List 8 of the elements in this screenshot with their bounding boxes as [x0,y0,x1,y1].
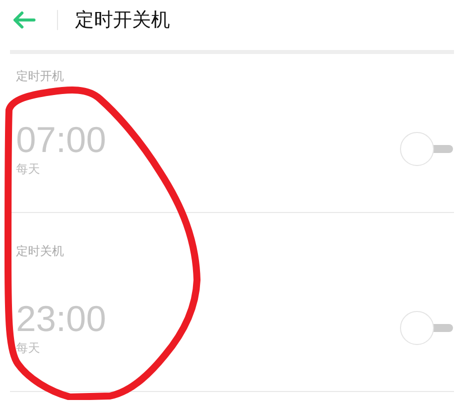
back-arrow-icon[interactable] [12,11,36,29]
repeat-label: 每天 [16,160,41,178]
toggle-switch[interactable] [400,132,454,166]
section-label: 定时关机 [16,243,65,260]
page-title: 定时开关机 [75,8,170,33]
repeat-label: 每天 [16,340,41,357]
section-label: 定时开机 [16,68,65,85]
toggle-switch[interactable] [400,311,454,346]
